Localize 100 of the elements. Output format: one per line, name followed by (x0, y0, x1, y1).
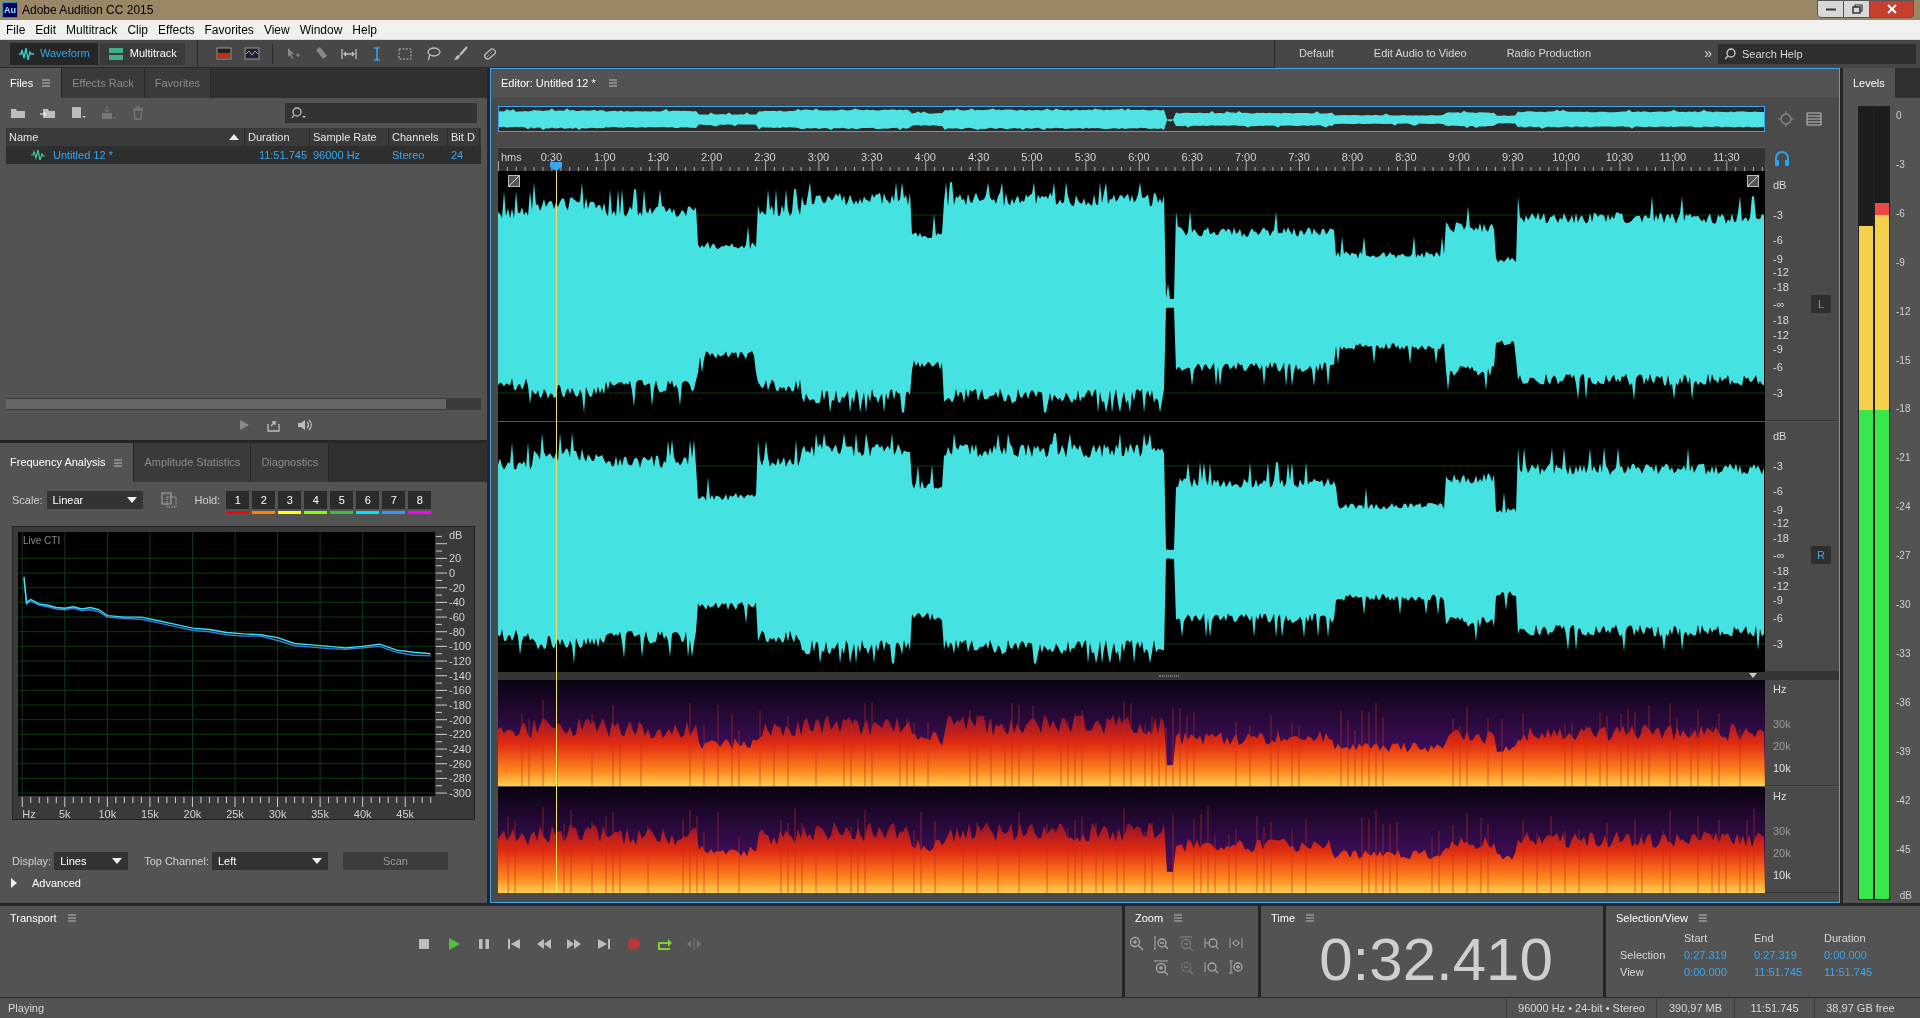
skip-selection-icon[interactable] (686, 936, 702, 952)
file-search-field[interactable] (285, 103, 477, 123)
panel-menu-icon[interactable] (607, 78, 618, 88)
stop-icon[interactable] (416, 936, 432, 952)
horizontal-scrollbar[interactable] (6, 398, 481, 410)
panel-menu-icon[interactable] (113, 457, 124, 468)
panel-menu-icon[interactable] (1697, 913, 1708, 923)
marquee-tool-icon[interactable] (396, 45, 413, 62)
hold-button[interactable]: 8 (408, 491, 432, 509)
speaker-icon[interactable] (295, 417, 312, 433)
more-workspaces-button[interactable]: » (1698, 43, 1718, 64)
close-button[interactable] (1870, 0, 1914, 18)
zoom-out-icon[interactable] (1178, 935, 1195, 952)
corner-toggle-icon[interactable] (508, 175, 520, 187)
panel-tab[interactable]: Files (0, 68, 63, 98)
time-ruler[interactable]: hms 0:30 1:00 1:30 2:00 2:30 3:00 3:30 4:00 4:30 5:00 5:30 6:00 6:30 7:00 7:30 8:00 8:30 9:00 9:30 10:00 10:30 11:00 11:30 (498, 147, 1765, 171)
lasso-tool-icon[interactable] (424, 45, 441, 62)
headphones-icon[interactable] (1773, 150, 1791, 168)
zoom-edge-icon[interactable] (1203, 935, 1220, 952)
zoom-playhead-icon[interactable] (1203, 959, 1220, 976)
time-label: 9:30 (1501, 150, 1524, 165)
disclosure-triangle-icon[interactable] (10, 878, 18, 888)
panel-menu-icon[interactable] (41, 78, 52, 88)
hold-button[interactable]: 3 (278, 491, 302, 509)
y-tick-label: -260 (449, 757, 472, 770)
menu-item[interactable]: Window (294, 20, 348, 39)
time-label: 7:00 (1234, 150, 1257, 165)
menu-item[interactable]: Multitrack (61, 20, 123, 39)
scan-button[interactable]: Scan (342, 852, 448, 870)
amplitude-label: -∞ (1773, 549, 1785, 561)
waveform-drawing[interactable] (498, 171, 1765, 421)
hold-button[interactable]: 4 (304, 491, 328, 509)
pitch-display-icon[interactable] (243, 45, 260, 62)
zoom-amplitude-icon[interactable] (1153, 935, 1170, 952)
hold-button[interactable]: 2 (252, 491, 276, 509)
waveform-drawing[interactable] (498, 422, 1765, 672)
brush-tool-icon[interactable] (452, 45, 469, 62)
rewind-icon[interactable] (536, 936, 552, 952)
trash-icon[interactable] (130, 105, 146, 121)
panel-menu-icon[interactable] (1305, 913, 1316, 923)
zoom-out-time-icon[interactable] (1178, 959, 1195, 976)
collapse-arrow-icon[interactable] (1749, 673, 1757, 678)
window-title: Adobe Audition CC 2015 (22, 2, 154, 19)
zoom-in-time-icon[interactable] (1153, 959, 1170, 976)
file-row[interactable]: Untitled 12 * 11:51.745 96000 Hz Stereo 24 (6, 146, 481, 164)
new-file-icon[interactable] (70, 105, 86, 121)
menu-item[interactable]: Help (347, 20, 383, 39)
workspace-tab[interactable]: Edit Audio to Video (1373, 45, 1467, 62)
corner-toggle-icon[interactable] (1747, 175, 1759, 187)
spectrogram-drawing[interactable] (498, 680, 1765, 786)
channel-badge[interactable]: L (1811, 295, 1831, 313)
pause-icon[interactable] (476, 936, 492, 952)
workspace-tab[interactable]: Default (1299, 45, 1334, 62)
hold-button[interactable]: 6 (356, 491, 380, 509)
hold-button[interactable]: 5 (330, 491, 354, 509)
hold-button[interactable]: 7 (382, 491, 406, 509)
skip-to-end-icon[interactable] (596, 936, 612, 952)
chart-title: Live CTI (23, 535, 61, 546)
minimize-button[interactable] (1817, 0, 1844, 18)
levels-tab[interactable]: Levels (1843, 68, 1895, 98)
scale-dropdown[interactable]: Linear (46, 491, 143, 509)
spectral-display-icon[interactable] (215, 45, 232, 62)
top-channel-dropdown[interactable]: Left (211, 852, 328, 870)
hold-button[interactable]: 1 (226, 491, 250, 509)
overview-waveform-drawing[interactable] (498, 106, 1765, 132)
channel-badge[interactable]: R (1811, 546, 1831, 564)
copy-icon[interactable] (160, 492, 177, 508)
skip-to-start-icon[interactable] (506, 936, 522, 952)
menu-item[interactable]: Edit (30, 20, 62, 39)
view-tab[interactable]: Waveform (10, 42, 98, 65)
menu-item[interactable]: Effects (153, 20, 200, 39)
view-tab[interactable]: Multitrack (99, 42, 185, 65)
display-label: Display: (12, 853, 52, 869)
advanced-label[interactable]: Advanced (32, 874, 81, 892)
restore-button[interactable] (1844, 0, 1870, 18)
search-help-field[interactable]: Search Help (1718, 43, 1916, 64)
loop-icon[interactable] (656, 936, 672, 952)
editor-tab[interactable]: Editor: Untitled 12 * (501, 74, 596, 92)
zoom-in-icon[interactable] (1128, 935, 1145, 952)
display-dropdown[interactable]: Lines (54, 852, 129, 870)
fast-forward-icon[interactable] (566, 936, 582, 952)
panel-menu-icon[interactable] (66, 913, 77, 923)
playhead-line[interactable] (555, 171, 557, 893)
menu-item[interactable]: Favorites (199, 20, 259, 39)
zoom-full-icon[interactable] (1228, 959, 1245, 976)
zoom-selection-icon[interactable] (1777, 110, 1795, 128)
menu-item[interactable]: File (1, 20, 31, 39)
panel-divider-handle[interactable] (498, 672, 1839, 680)
list-icon[interactable] (1805, 110, 1823, 128)
panel-tab[interactable]: Effects Rack (62, 68, 145, 98)
spectrogram-drawing[interactable] (498, 787, 1765, 893)
panel-tab[interactable]: Frequency Analysis (0, 443, 135, 482)
menu-item[interactable]: Clip (122, 20, 154, 39)
frequency-label: 20k (1773, 847, 1791, 859)
menu-item[interactable]: View (258, 20, 295, 39)
panel-menu-icon[interactable] (1173, 913, 1184, 923)
insert-icon[interactable] (100, 105, 116, 121)
frequency-label: Hz (1773, 790, 1787, 802)
workspace-tab[interactable]: Radio Production (1506, 45, 1591, 62)
play-icon[interactable] (446, 936, 462, 952)
